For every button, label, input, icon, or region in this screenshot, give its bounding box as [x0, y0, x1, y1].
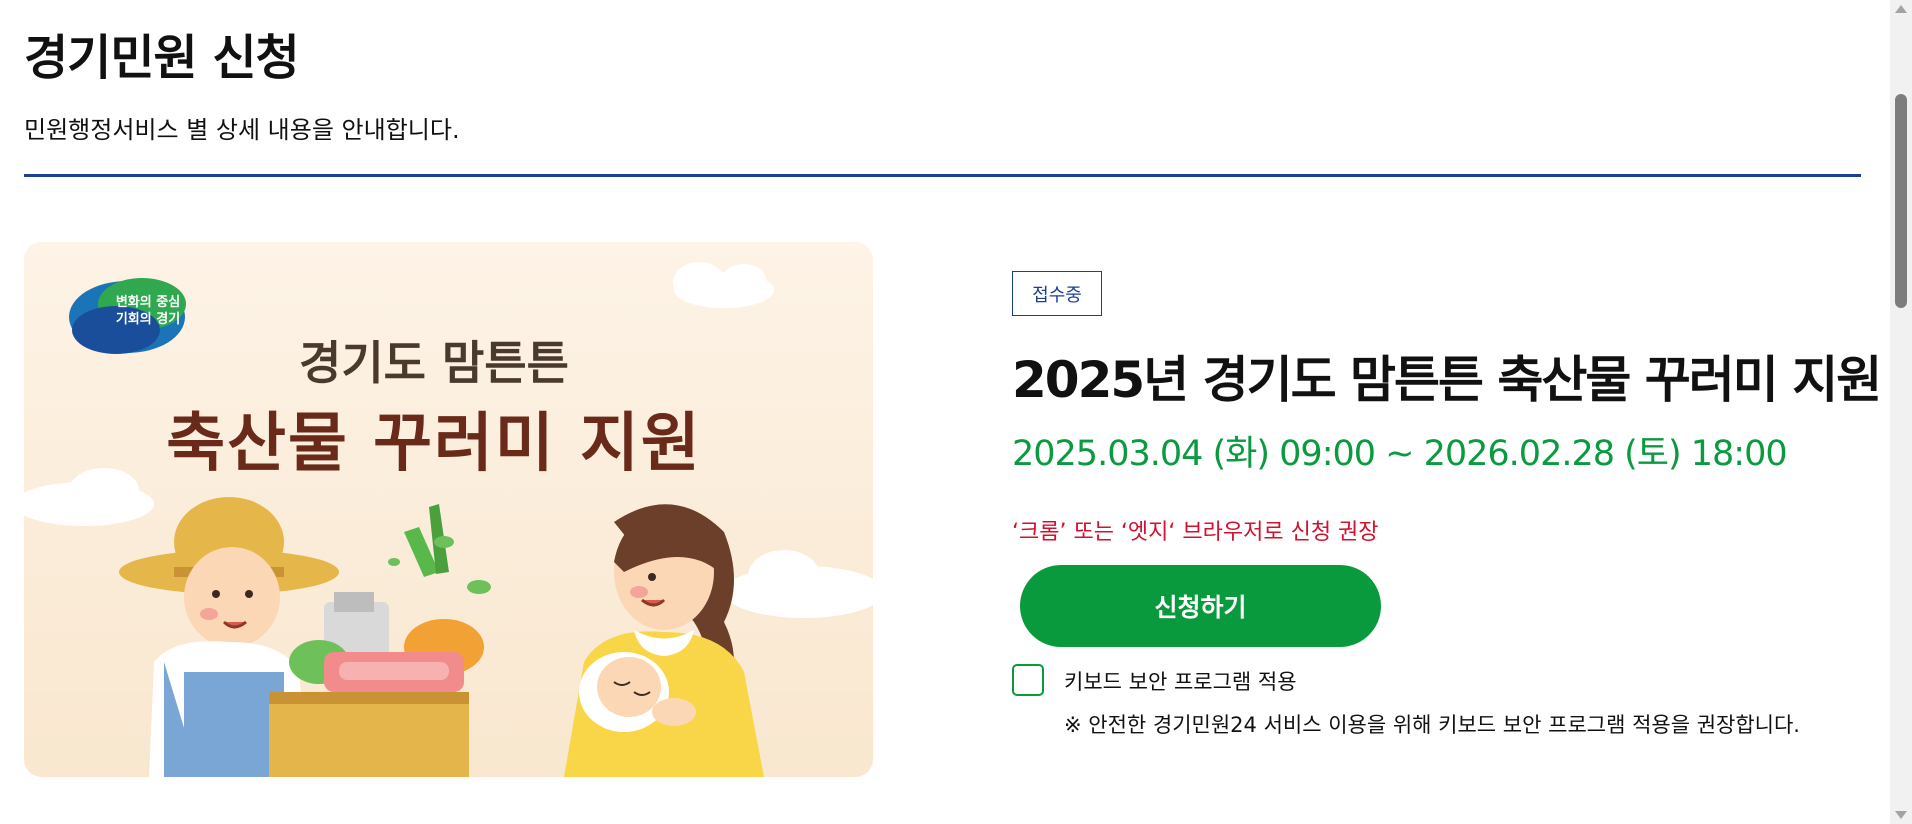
- application-period: 2025.03.04 (화) 09:00 ~ 2026.02.28 (토) 18…: [1012, 434, 1788, 474]
- service-title: 2025년 경기도 맘튼튼 축산물 꾸러미 지원: [1012, 351, 1882, 409]
- browser-recommendation-note: ‘크롬’ 또는 ‘엣지‘ 브라우저로 신청 권장: [1012, 520, 1379, 545]
- logo-line-1: 변화의 중심: [115, 295, 181, 310]
- scroll-up-icon[interactable]: [1895, 5, 1907, 13]
- apply-button[interactable]: 신청하기: [1020, 565, 1381, 647]
- scroll-thumb[interactable]: [1895, 94, 1907, 308]
- header-divider: [24, 174, 1861, 177]
- banner-logo-text: 변화의 중심 기회의 경기: [88, 294, 208, 328]
- vertical-scrollbar[interactable]: [1890, 0, 1912, 824]
- service-banner-image: 변화의 중심 기회의 경기 경기도 맘튼튼 축산물 꾸러미 지원: [24, 242, 873, 777]
- scroll-down-icon[interactable]: [1895, 811, 1907, 819]
- banner-headline-small: 경기도 맘튼튼: [299, 336, 569, 390]
- keyboard-security-label[interactable]: 키보드 보안 프로그램 적용: [1064, 666, 1297, 696]
- logo-line-2: 기회의 경기: [115, 312, 181, 327]
- keyboard-security-checkbox[interactable]: [1012, 664, 1044, 696]
- page-title: 경기민원 신청: [24, 30, 300, 86]
- keyboard-security-note: ※ 안전한 경기민원24 서비스 이용을 위해 키보드 보안 프로그램 적용을 …: [1064, 713, 1800, 737]
- page-subtitle: 민원행정서비스 별 상세 내용을 안내합니다.: [24, 116, 460, 144]
- status-badge: 접수중: [1012, 271, 1102, 316]
- banner-headline-large: 축산물 꾸러미 지원: [166, 407, 702, 481]
